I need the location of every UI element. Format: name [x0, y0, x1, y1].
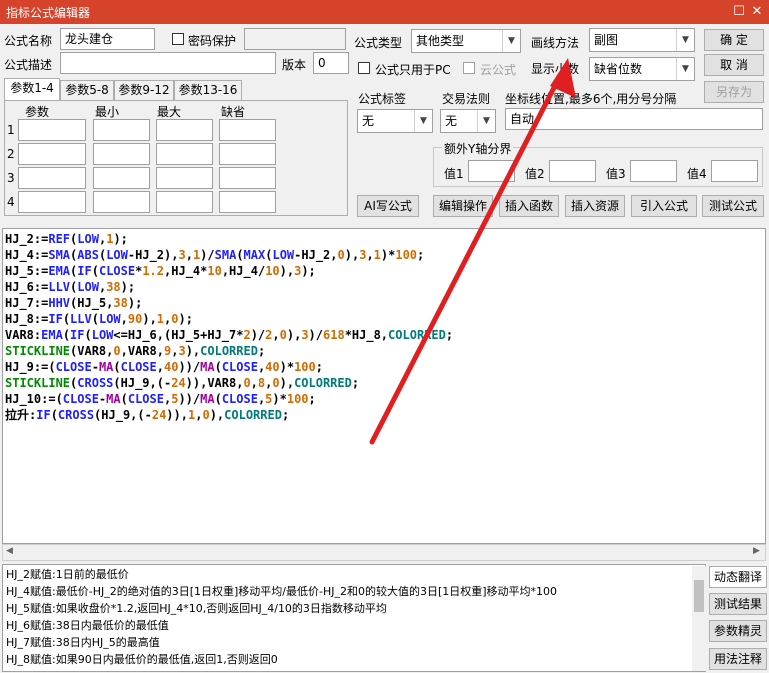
- arrow-shaft: [369, 73, 563, 445]
- annotation-arrow: [369, 58, 576, 445]
